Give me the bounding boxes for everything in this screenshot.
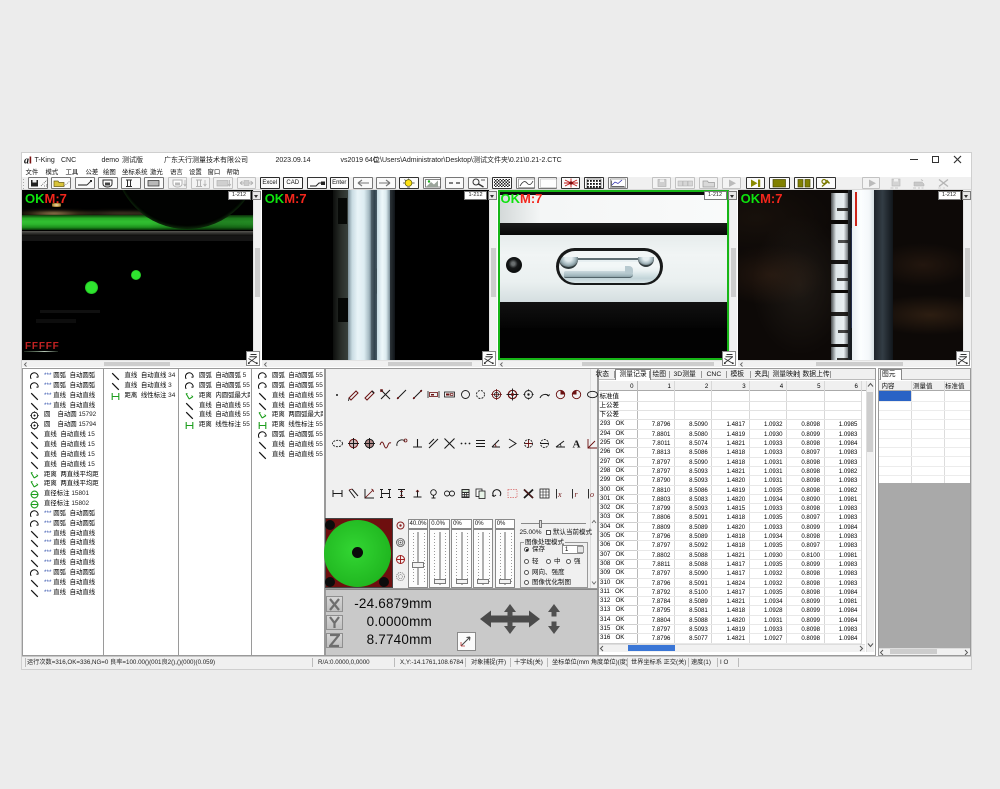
svg-text:o: o (590, 490, 594, 499)
svg-text:a: a (24, 155, 29, 165)
svg-text:r: r (575, 490, 579, 499)
svg-text:A: A (573, 438, 581, 450)
svg-text:x: x (557, 490, 562, 499)
